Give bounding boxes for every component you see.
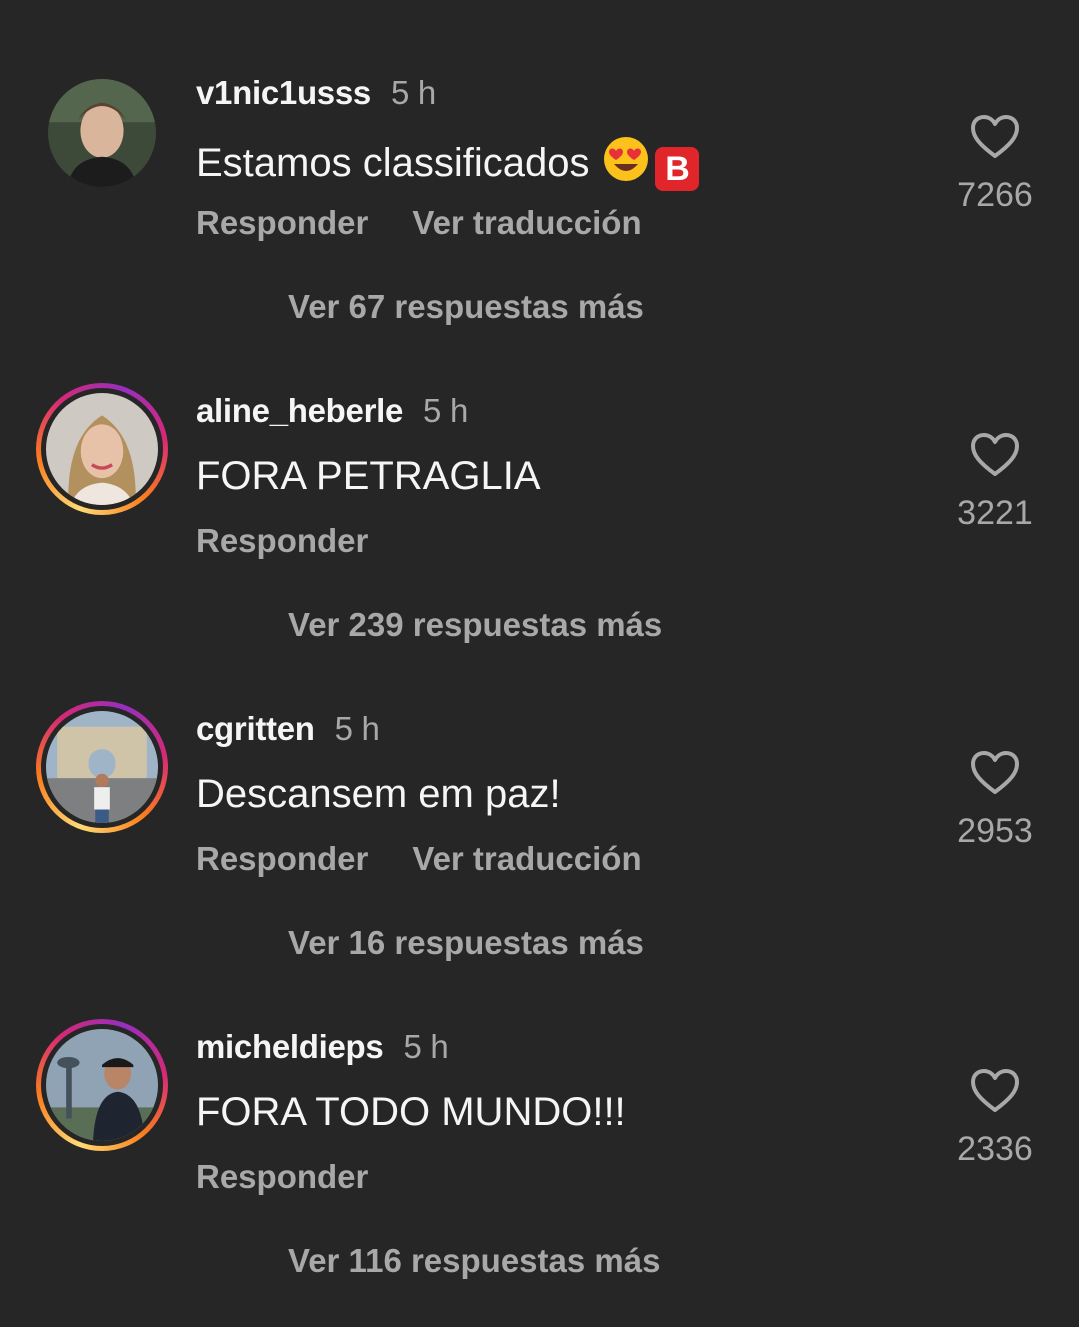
comment-text: FORA TODO MUNDO!!! [196,1090,626,1134]
avatar-photo [46,711,158,823]
like-control[interactable]: 2336 [955,1068,1035,1169]
comment-username[interactable]: cgritten 5 h [196,710,380,748]
comment-item: v1nic1usss 5 h Estamos classificados B Res… [0,0,1079,325]
username-text[interactable]: micheldieps [196,1028,384,1065]
reply-button[interactable]: Responder [196,522,368,559]
translate-button[interactable]: Ver traducción [412,204,641,241]
comment-text: Descansem em paz! [196,772,561,816]
username-text[interactable]: v1nic1usss [196,74,371,111]
comment-username[interactable]: v1nic1usss 5 h [196,74,436,112]
reply-button[interactable]: Responder [196,204,368,241]
like-count: 7266 [957,176,1033,214]
avatar[interactable] [48,79,156,187]
heart-eyes-emoji-icon [604,137,649,181]
like-count: 3221 [957,494,1033,532]
comment-time: 5 h [403,1028,449,1065]
comment-time: 5 h [423,392,469,429]
translate-button[interactable]: Ver traducción [412,840,641,877]
like-control[interactable]: 3221 [955,432,1035,533]
comment-item: micheldieps 5 h FORA TODO MUNDO!!! Respon… [0,954,1079,1279]
avatar[interactable] [36,701,168,833]
comment-item: aline_heberle 5 h FORA PETRAGLIA Responde… [0,318,1079,643]
comment-actions: Responder [196,1158,368,1196]
comment-actions: Responder Ver traducción [196,840,642,878]
heart-icon[interactable] [970,1068,1020,1114]
view-more-replies-button[interactable]: Ver 116 respuestas más [288,1242,660,1280]
like-count: 2953 [957,812,1033,850]
avatar[interactable] [36,1019,168,1151]
comment-item: cgritten 5 h Descansem em paz! Responder V… [0,636,1079,961]
comment-actions: Responder [196,522,368,560]
username-text[interactable]: aline_heberle [196,392,403,429]
comment-actions: Responder Ver traducción [196,204,642,242]
like-control[interactable]: 2953 [955,750,1035,851]
username-text[interactable]: cgritten [196,710,315,747]
reply-button[interactable]: Responder [196,840,368,877]
comment-text: Estamos classificados B [196,136,700,191]
avatar[interactable] [36,383,168,515]
comment-username[interactable]: micheldieps 5 h [196,1028,449,1066]
comment-username[interactable]: aline_heberle 5 h [196,392,468,430]
b-button-emoji-icon: B [655,147,700,191]
like-control[interactable]: 7266 [955,114,1035,215]
like-count: 2336 [957,1130,1033,1168]
heart-icon[interactable] [970,114,1020,160]
comment-text-content: Estamos classificados [196,141,590,185]
comment-text: FORA PETRAGLIA [196,454,541,498]
reply-button[interactable]: Responder [196,1158,368,1195]
comment-time: 5 h [334,710,380,747]
comment-time: 5 h [390,74,436,111]
heart-icon[interactable] [970,432,1020,478]
avatar-photo [46,1029,158,1141]
avatar-photo [48,79,156,187]
avatar-photo [46,393,158,505]
heart-icon[interactable] [970,750,1020,796]
